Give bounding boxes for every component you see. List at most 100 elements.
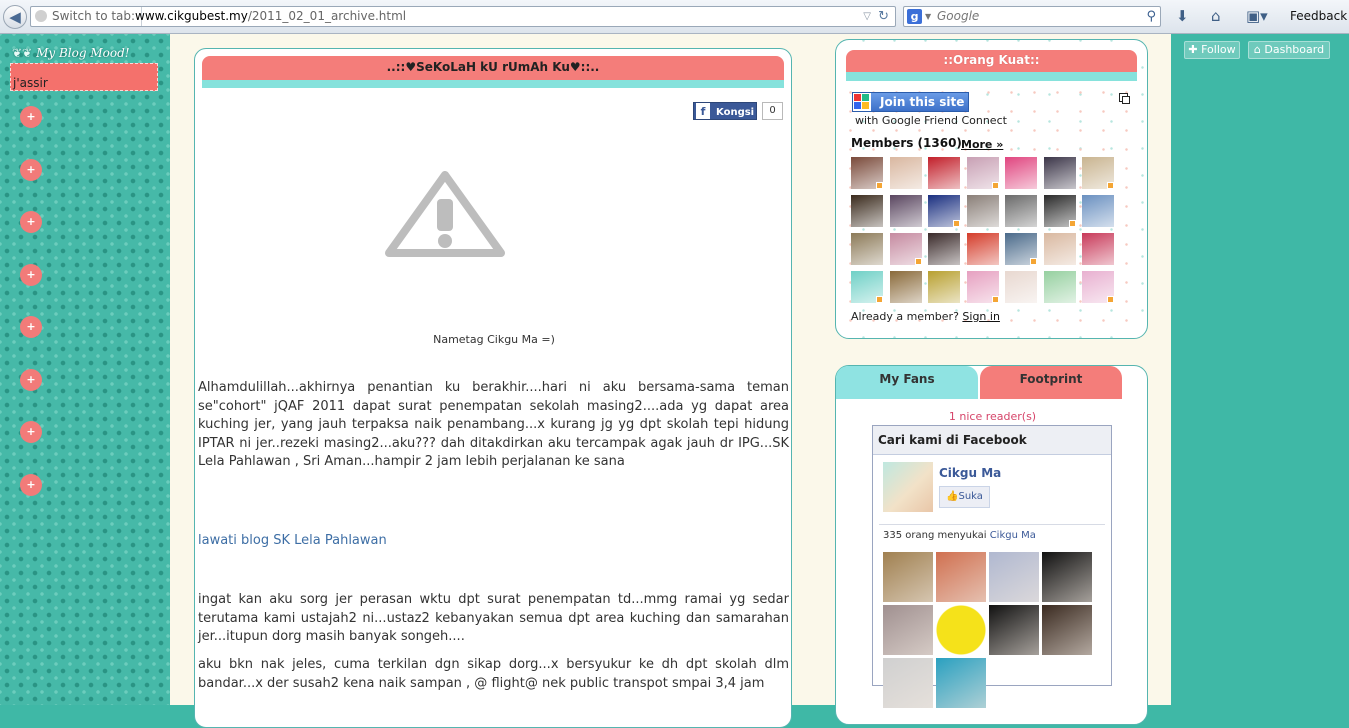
search-bar[interactable]: g ▼ Google ⚲ (903, 6, 1161, 27)
circle-button-2[interactable]: + (20, 159, 42, 181)
url-path: /2011_02_01_archive.html (247, 9, 407, 23)
tab-footprint[interactable]: Footprint (980, 366, 1122, 399)
circle-button-6[interactable]: + (20, 369, 42, 391)
broken-image-warning-icon (385, 171, 505, 257)
facebook-likes-count: 335 orang menyukai Cikgu Ma (883, 530, 1036, 541)
facebook-fan-avatar[interactable] (936, 605, 986, 655)
followers-gadget: ::Orang Kuat:: Join this site with Googl… (835, 39, 1148, 339)
member-badge-icon (876, 296, 883, 303)
member-avatar[interactable] (1005, 157, 1037, 189)
member-avatar[interactable] (889, 271, 922, 303)
member-badge-icon (1107, 182, 1114, 189)
circle-button-5[interactable]: + (20, 316, 42, 338)
facebook-fan-avatar[interactable] (989, 552, 1039, 602)
member-avatar[interactable] (1005, 271, 1037, 303)
member-avatar[interactable] (1043, 157, 1076, 189)
member-avatar[interactable] (851, 157, 883, 189)
blog-page: ..::♥SeKoLaH kU rUmAh Ku♥::.. f Kongsi 0 … (170, 34, 1171, 728)
facebook-fan-avatar[interactable] (883, 552, 933, 602)
feedback-button[interactable]: Feedback (1290, 9, 1347, 23)
url-text[interactable]: www.cikgubest.my/2011_02_01_archive.html (135, 7, 406, 26)
member-avatar[interactable] (851, 271, 883, 303)
facebook-fan-avatar[interactable] (1042, 605, 1092, 655)
facebook-fan-avatar[interactable] (936, 552, 986, 602)
circle-button-3[interactable]: + (20, 211, 42, 233)
member-avatar[interactable] (1082, 271, 1114, 303)
member-badge-icon (991, 296, 999, 303)
tab-my-fans[interactable]: My Fans (836, 366, 978, 399)
mood-value: j'assir (13, 76, 48, 90)
post-paragraph-2: ingat kan aku sorg jer perasan wktu dpt … (198, 592, 789, 644)
join-this-site-button[interactable]: Join this site (852, 92, 969, 112)
wings-icon: ❦❦ (12, 46, 33, 60)
image-caption: Nametag Cikgu Ma =) (433, 333, 555, 346)
circle-button-7[interactable]: + (20, 421, 42, 443)
facebook-share-button[interactable]: f Kongsi (693, 102, 757, 120)
browser-toolbar: ◀ Switch to tab: www.cikgubest.my/2011_0… (0, 0, 1349, 34)
engine-dropdown-icon[interactable]: ▼ (925, 7, 931, 26)
post-paragraph-1: Alhamdulillah...akhirnya penantian ku be… (198, 380, 789, 469)
member-avatar[interactable] (889, 233, 922, 265)
google-engine-icon[interactable]: g (907, 9, 922, 24)
gfc-subtitle: with Google Friend Connect (855, 114, 1007, 127)
facebook-page-link[interactable]: Cikgu Ma (990, 530, 1036, 541)
address-bar[interactable]: Switch to tab: www.cikgubest.my/2011_02_… (30, 6, 896, 27)
member-avatar[interactable] (851, 233, 883, 265)
download-icon[interactable]: ⬇ (1176, 7, 1189, 25)
member-avatar[interactable] (966, 195, 999, 227)
member-avatar[interactable] (1082, 195, 1114, 227)
member-avatar[interactable] (966, 271, 999, 303)
more-members-link[interactable]: More » (961, 138, 1003, 151)
bookmarks-icon[interactable]: ▣▾ (1246, 7, 1268, 25)
back-button[interactable]: ◀ (3, 5, 27, 29)
member-avatar[interactable] (928, 195, 960, 227)
home-icon[interactable]: ⌂ (1211, 7, 1221, 25)
mood-title: ❦❦ My Blog Mood! (12, 46, 130, 60)
dashboard-button[interactable]: ⌂ Dashboard (1248, 41, 1330, 59)
member-avatar[interactable] (1043, 271, 1076, 303)
member-avatar[interactable] (1005, 233, 1037, 265)
member-avatar[interactable] (928, 233, 960, 265)
search-input[interactable]: Google (937, 7, 979, 26)
mood-box: j'assir (10, 63, 158, 91)
member-avatar[interactable] (1043, 195, 1076, 227)
circle-button-4[interactable]: + (20, 264, 42, 286)
sk-lela-pahlawan-link[interactable]: lawati blog SK Lela Pahlawan (198, 533, 387, 548)
magnifier-icon[interactable]: ⚲ (1146, 7, 1156, 26)
circle-button-8[interactable]: + (20, 474, 42, 496)
facebook-fan-avatar[interactable] (883, 658, 933, 708)
member-avatar[interactable] (889, 157, 922, 189)
reader-count[interactable]: 1 nice reader(s) (836, 410, 1149, 423)
member-avatar[interactable] (889, 195, 922, 227)
facebook-fan-avatar[interactable] (883, 605, 933, 655)
member-avatar[interactable] (1082, 157, 1114, 189)
history-dropdown-icon[interactable]: ▽ (863, 7, 871, 26)
facebook-page-name[interactable]: Cikgu Ma (939, 466, 1001, 480)
post-paragraph-3: aku bkn nak jeles, cuma terkilan dgn sik… (198, 657, 789, 691)
member-avatar[interactable] (1082, 233, 1114, 265)
follow-button[interactable]: ✚ Follow (1184, 41, 1240, 59)
facebook-like-button[interactable]: 👍Suka (939, 486, 990, 508)
member-avatar[interactable] (966, 233, 999, 265)
member-avatar[interactable] (1043, 233, 1076, 265)
member-avatar[interactable] (851, 195, 883, 227)
sign-in-link[interactable]: Sign in (962, 310, 1000, 323)
facebook-fan-avatar[interactable] (1042, 552, 1092, 602)
facebook-fan-avatar[interactable] (989, 605, 1039, 655)
member-avatar[interactable] (928, 271, 960, 303)
facebook-fan-avatar[interactable] (936, 658, 986, 708)
member-avatar[interactable] (1005, 195, 1037, 227)
circle-button-1[interactable]: + (20, 106, 42, 128)
member-avatar[interactable] (928, 157, 960, 189)
reload-icon[interactable]: ↻ (878, 7, 889, 26)
post-title: ..::♥SeKoLaH kU rUmAh Ku♥::.. (202, 56, 784, 80)
facebook-page-avatar[interactable] (883, 462, 933, 512)
member-badge-icon (991, 182, 999, 189)
popout-icon[interactable] (1119, 93, 1130, 104)
member-badge-icon (1107, 296, 1114, 303)
fans-gadget: My Fans Footprint 1 nice reader(s) Cari … (835, 365, 1148, 725)
post-title-underline (202, 80, 784, 88)
followers-title-underline (846, 72, 1137, 81)
member-avatar[interactable] (966, 157, 999, 189)
facebook-divider (879, 524, 1105, 525)
